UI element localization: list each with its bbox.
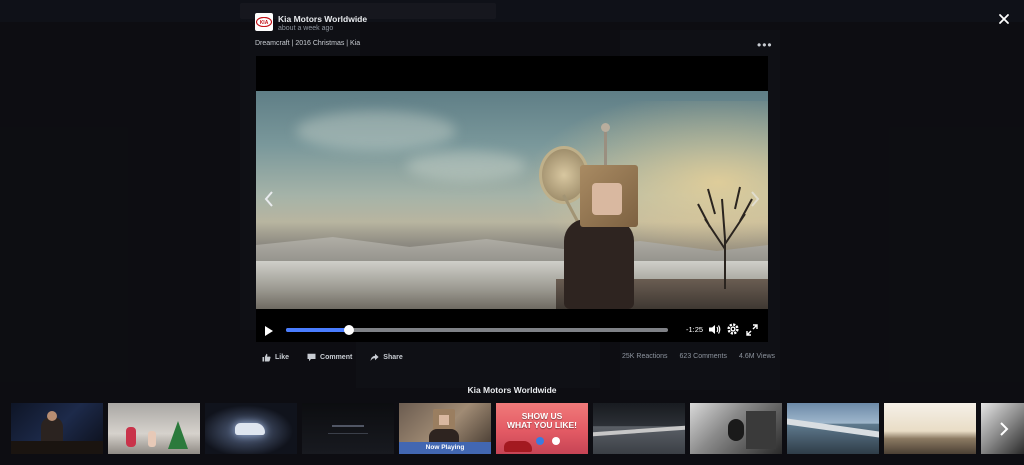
video-thumbnail[interactable]: [593, 403, 685, 454]
cloud: [296, 111, 456, 151]
player-controls: -1:25: [256, 318, 768, 342]
views-count: 4.6M Views: [739, 353, 776, 360]
chevron-left-icon: [264, 191, 273, 207]
promo-line-2: WHAT YOU LIKE!: [506, 420, 578, 430]
post-actions: Like Comment Share: [262, 353, 403, 362]
progress-scrubber[interactable]: [344, 325, 355, 335]
like-button[interactable]: Like: [262, 353, 289, 362]
comment-button[interactable]: Comment: [307, 353, 352, 362]
fullscreen-button[interactable]: [746, 323, 758, 336]
kia-logo-icon: KIA: [256, 17, 272, 27]
chevron-right-icon: [751, 191, 760, 207]
video-thumbnail-now-playing[interactable]: Now Playing: [399, 403, 491, 454]
now-playing-label: Now Playing: [399, 442, 491, 454]
video-thumbnail[interactable]: [108, 403, 200, 454]
more-options-button[interactable]: •••: [757, 38, 773, 52]
next-media-button[interactable]: [748, 188, 762, 210]
video-thumbnail[interactable]: [787, 403, 879, 454]
time-remaining: -1:25: [686, 325, 704, 334]
post-timestamp[interactable]: about a week ago: [278, 25, 333, 32]
antenna: [604, 127, 607, 167]
progress-bar[interactable]: [286, 325, 668, 335]
page-name-link[interactable]: Kia Motors Worldwide: [278, 14, 367, 24]
svg-text:KIA: KIA: [260, 20, 269, 26]
volume-icon: [709, 325, 721, 334]
close-icon: [999, 14, 1009, 24]
video-thumbnail[interactable]: [690, 403, 782, 454]
comment-icon: [307, 353, 316, 362]
post-stats: 25K Reactions 623 Comments 4.6M Views: [622, 353, 775, 360]
antenna-tip: [601, 123, 610, 132]
reactions-count[interactable]: 25K Reactions: [622, 353, 668, 360]
cloud: [406, 151, 526, 181]
video-caption: Dreamcraft | 2016 Christmas | Kia: [255, 40, 361, 47]
comment-label: Comment: [320, 354, 353, 361]
video-frame[interactable]: [256, 91, 768, 309]
previous-media-button[interactable]: [262, 188, 276, 210]
volume-button[interactable]: [708, 323, 721, 336]
video-thumbnail[interactable]: [884, 403, 976, 454]
like-label: Like: [275, 354, 290, 361]
child-body: [564, 219, 634, 309]
play-button[interactable]: [264, 324, 274, 336]
carousel-title: Kia Motors Worldwide: [467, 385, 557, 395]
settings-button[interactable]: [726, 322, 740, 336]
close-button[interactable]: [997, 12, 1011, 26]
carousel-next-button[interactable]: [998, 420, 1010, 438]
video-thumbnail[interactable]: [302, 403, 394, 454]
gear-icon: [727, 323, 739, 335]
video-thumbnail[interactable]: [11, 403, 103, 454]
share-icon: [370, 353, 379, 361]
video-thumbnail[interactable]: SHOW US WHAT YOU LIKE!: [496, 403, 588, 454]
progress-fill: [286, 328, 350, 332]
play-icon: [265, 326, 273, 336]
video-player[interactable]: -1:25: [256, 56, 768, 342]
fullscreen-icon: [746, 324, 758, 336]
comments-count[interactable]: 623 Comments: [680, 353, 727, 360]
share-button[interactable]: Share: [370, 353, 403, 362]
child-face: [592, 183, 622, 215]
like-icon: [262, 353, 271, 362]
chevron-right-icon: [1000, 422, 1009, 436]
page-avatar[interactable]: KIA: [255, 13, 273, 31]
share-label: Share: [383, 354, 403, 361]
video-thumbnail[interactable]: [205, 403, 297, 454]
